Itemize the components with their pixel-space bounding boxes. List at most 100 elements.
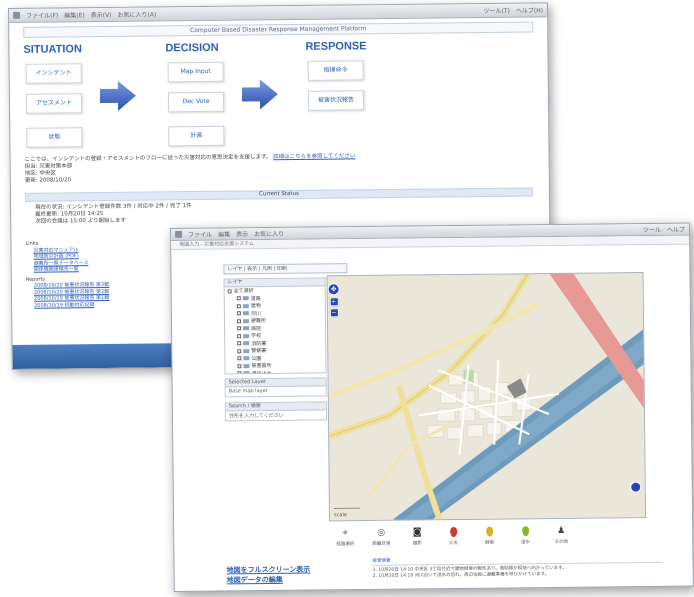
marker-tool[interactable]: 倒壊 xyxy=(476,526,502,546)
layer-tree-label: 被害箇所 xyxy=(251,363,272,370)
marker-tool[interactable]: ♟ その他 xyxy=(548,525,574,545)
window-icon xyxy=(13,11,21,19)
layer-tree-label: 全て選択 xyxy=(233,288,254,295)
menu-edit[interactable]: 編集 xyxy=(218,229,230,238)
route-icon[interactable]: ⌖ xyxy=(340,527,350,539)
menu-help[interactable]: ヘルプ(H) xyxy=(516,5,543,14)
street-map[interactable]: scale xyxy=(327,272,647,522)
response-heading: RESPONSE xyxy=(305,40,367,53)
layer-icon xyxy=(242,296,249,301)
layer-icon xyxy=(242,311,249,316)
marker-tool[interactable]: ⌖ 経路選択 xyxy=(332,527,358,547)
menu-file[interactable]: ファイル xyxy=(188,230,212,239)
checkbox-icon[interactable] xyxy=(237,371,242,375)
checkbox-icon[interactable] xyxy=(236,304,241,309)
layer-icon xyxy=(243,356,250,361)
layer-icon xyxy=(243,363,250,368)
damage-info: 被害情報 1. 10月20日 14:10 中央区 3丁目付近で建物倒壊の報告あり… xyxy=(372,555,663,580)
map-canvas[interactable]: scale xyxy=(326,272,647,522)
layer-tree-label: 病院 xyxy=(251,325,262,332)
pin-green-icon[interactable] xyxy=(520,525,530,537)
layer-icon xyxy=(242,318,249,323)
pin-red-icon[interactable] xyxy=(448,526,458,538)
menu-favorites[interactable]: お気に入り(A) xyxy=(117,9,156,18)
map-input-button[interactable]: Map Input xyxy=(167,61,224,83)
marker-label: 浸水 xyxy=(520,540,530,546)
marker-toolbar: ⌖ 経路選択 ◎ 距離計測 ◙ 撮影 火災 倒壊 浸水 ♟ その他 xyxy=(332,525,574,548)
layer-tree-label: 警察署 xyxy=(251,348,267,355)
list-item[interactable]: 2008/10/19 被害状況報告 第1報 xyxy=(26,295,109,302)
dec-vote-button[interactable]: Dec Vote xyxy=(167,91,225,113)
map-nav-control[interactable]: ✥ + − xyxy=(327,283,340,318)
checkbox-icon[interactable] xyxy=(237,326,242,331)
camera-icon[interactable]: ◙ xyxy=(412,526,422,538)
marker-tool[interactable]: 火災 xyxy=(440,526,466,546)
menu-view[interactable]: 表示 xyxy=(236,229,248,238)
menu-favorites[interactable]: お気に入り xyxy=(254,229,284,238)
layer-tree-label: 道路 xyxy=(250,295,261,302)
window-icon xyxy=(175,230,183,238)
detail-link[interactable]: 詳細はこちらを参照してください xyxy=(273,153,355,160)
menu-file[interactable]: ファイル(F) xyxy=(26,10,58,19)
edit-data-link[interactable]: 地図データの編集 xyxy=(227,576,311,587)
marker-label: 距離計測 xyxy=(372,541,391,547)
layer-tree-label: 避難所 xyxy=(250,318,267,325)
checkbox-icon[interactable] xyxy=(237,341,242,346)
marker-tool[interactable]: ◎ 距離計測 xyxy=(368,527,394,547)
marker-tool[interactable]: ◙ 撮影 xyxy=(404,526,430,546)
pin-yellow-icon[interactable] xyxy=(484,526,494,538)
plan-button[interactable]: 計画 xyxy=(168,125,225,147)
status-header: Current Status xyxy=(24,187,534,202)
checkbox-icon[interactable] xyxy=(237,364,242,369)
menu-view[interactable]: 表示(V) xyxy=(91,10,112,19)
search-input[interactable]: 住所を入力してください xyxy=(226,410,326,420)
list-item[interactable]: 2008/10/19 初動対応記録 xyxy=(26,301,109,309)
checkbox-icon[interactable] xyxy=(236,296,241,301)
menu-edit[interactable]: 編集(E) xyxy=(64,10,85,19)
layer-icon xyxy=(243,333,250,338)
layer-icon xyxy=(243,348,250,353)
menu-help[interactable]: ヘルプ xyxy=(667,225,685,234)
measure-icon[interactable]: ◎ xyxy=(376,527,386,539)
checkbox-icon[interactable] xyxy=(236,319,241,324)
checkbox-icon[interactable] xyxy=(237,349,242,354)
workflow-panel: SITUATION DECISION RESPONSE インシデント アセスメン… xyxy=(9,32,548,158)
notes-block: ここでは、インシデントの登録・アセスメントのフローに従った災害対応の意思決定を支… xyxy=(25,153,356,184)
map-toolbar[interactable]: レイヤ | 表示 | 凡例 | 印刷 xyxy=(223,263,348,275)
decision-heading: DECISION xyxy=(165,41,219,55)
zoom-out-icon[interactable]: − xyxy=(329,308,339,318)
list-item[interactable]: 関係機関連絡先一覧 xyxy=(26,266,109,273)
arrow-right-icon xyxy=(241,79,278,110)
marker-label: 経路選択 xyxy=(336,542,355,548)
layer-tree-item[interactable]: 通行止め xyxy=(225,369,325,375)
incident-button[interactable]: インシデント xyxy=(25,63,82,84)
map-input-window: ファイル 編集 表示 お気に入り ツール ヘルプ 地図入力 - 災害対応支援シス… xyxy=(170,222,694,592)
marker-label: その他 xyxy=(554,539,569,545)
situation-status-button[interactable]: 状態 xyxy=(26,127,83,148)
menu-tools[interactable]: ツール xyxy=(643,225,661,234)
marker-label: 倒壊 xyxy=(484,540,494,546)
zoom-in-icon[interactable]: + xyxy=(329,297,339,307)
note-line: ここでは、インシデントの登録・アセスメントのフローに従った災害対応の意思決定を支… xyxy=(24,154,272,163)
arrow-right-icon xyxy=(99,80,136,111)
status-lines: 現在の状況: インシデント登録件数 3件 / 対応中 2件 / 完了 1件 最終… xyxy=(35,203,192,226)
map-links: 地図をフルスクリーン表示 地図データの編集 xyxy=(227,566,311,587)
layer-tree-label: 通行止め xyxy=(251,370,272,375)
selected-layer-panel: Selected Layer Base map layer xyxy=(224,377,327,398)
checkbox-icon[interactable] xyxy=(237,356,242,361)
browser-titlebar: ファイル(F) 編集(E) 表示(V) お気に入り(A) ツール(T) ヘルプ(… xyxy=(9,3,548,23)
situation-heading: SITUATION xyxy=(23,43,82,56)
checkbox-icon[interactable] xyxy=(236,311,241,316)
pan-control-icon[interactable]: ✥ xyxy=(327,283,340,296)
assessment-button[interactable]: アセスメント xyxy=(25,93,83,114)
person-icon[interactable]: ♟ xyxy=(556,525,566,537)
command-button[interactable]: 指揮命令 xyxy=(307,60,364,81)
checkbox-icon[interactable] xyxy=(227,289,232,294)
damage-report-button[interactable]: 被害状況報告 xyxy=(307,90,365,111)
marker-tool[interactable]: 浸水 xyxy=(512,525,538,545)
menu-tools[interactable]: ツール(T) xyxy=(483,6,509,15)
fullscreen-link[interactable]: 地図をフルスクリーン表示 xyxy=(227,566,311,577)
checkbox-icon[interactable] xyxy=(237,334,242,339)
layer-tree-panel: レイヤ 全て選択 道路 建物 河川 避難所 病院 学校 消防署 警察署 公園 被害箇所 通行止め xyxy=(223,277,327,375)
links-list: Links 災害対応マニュアル 地域防災計画 (PDF) 避難所一覧データベース… xyxy=(25,240,109,309)
